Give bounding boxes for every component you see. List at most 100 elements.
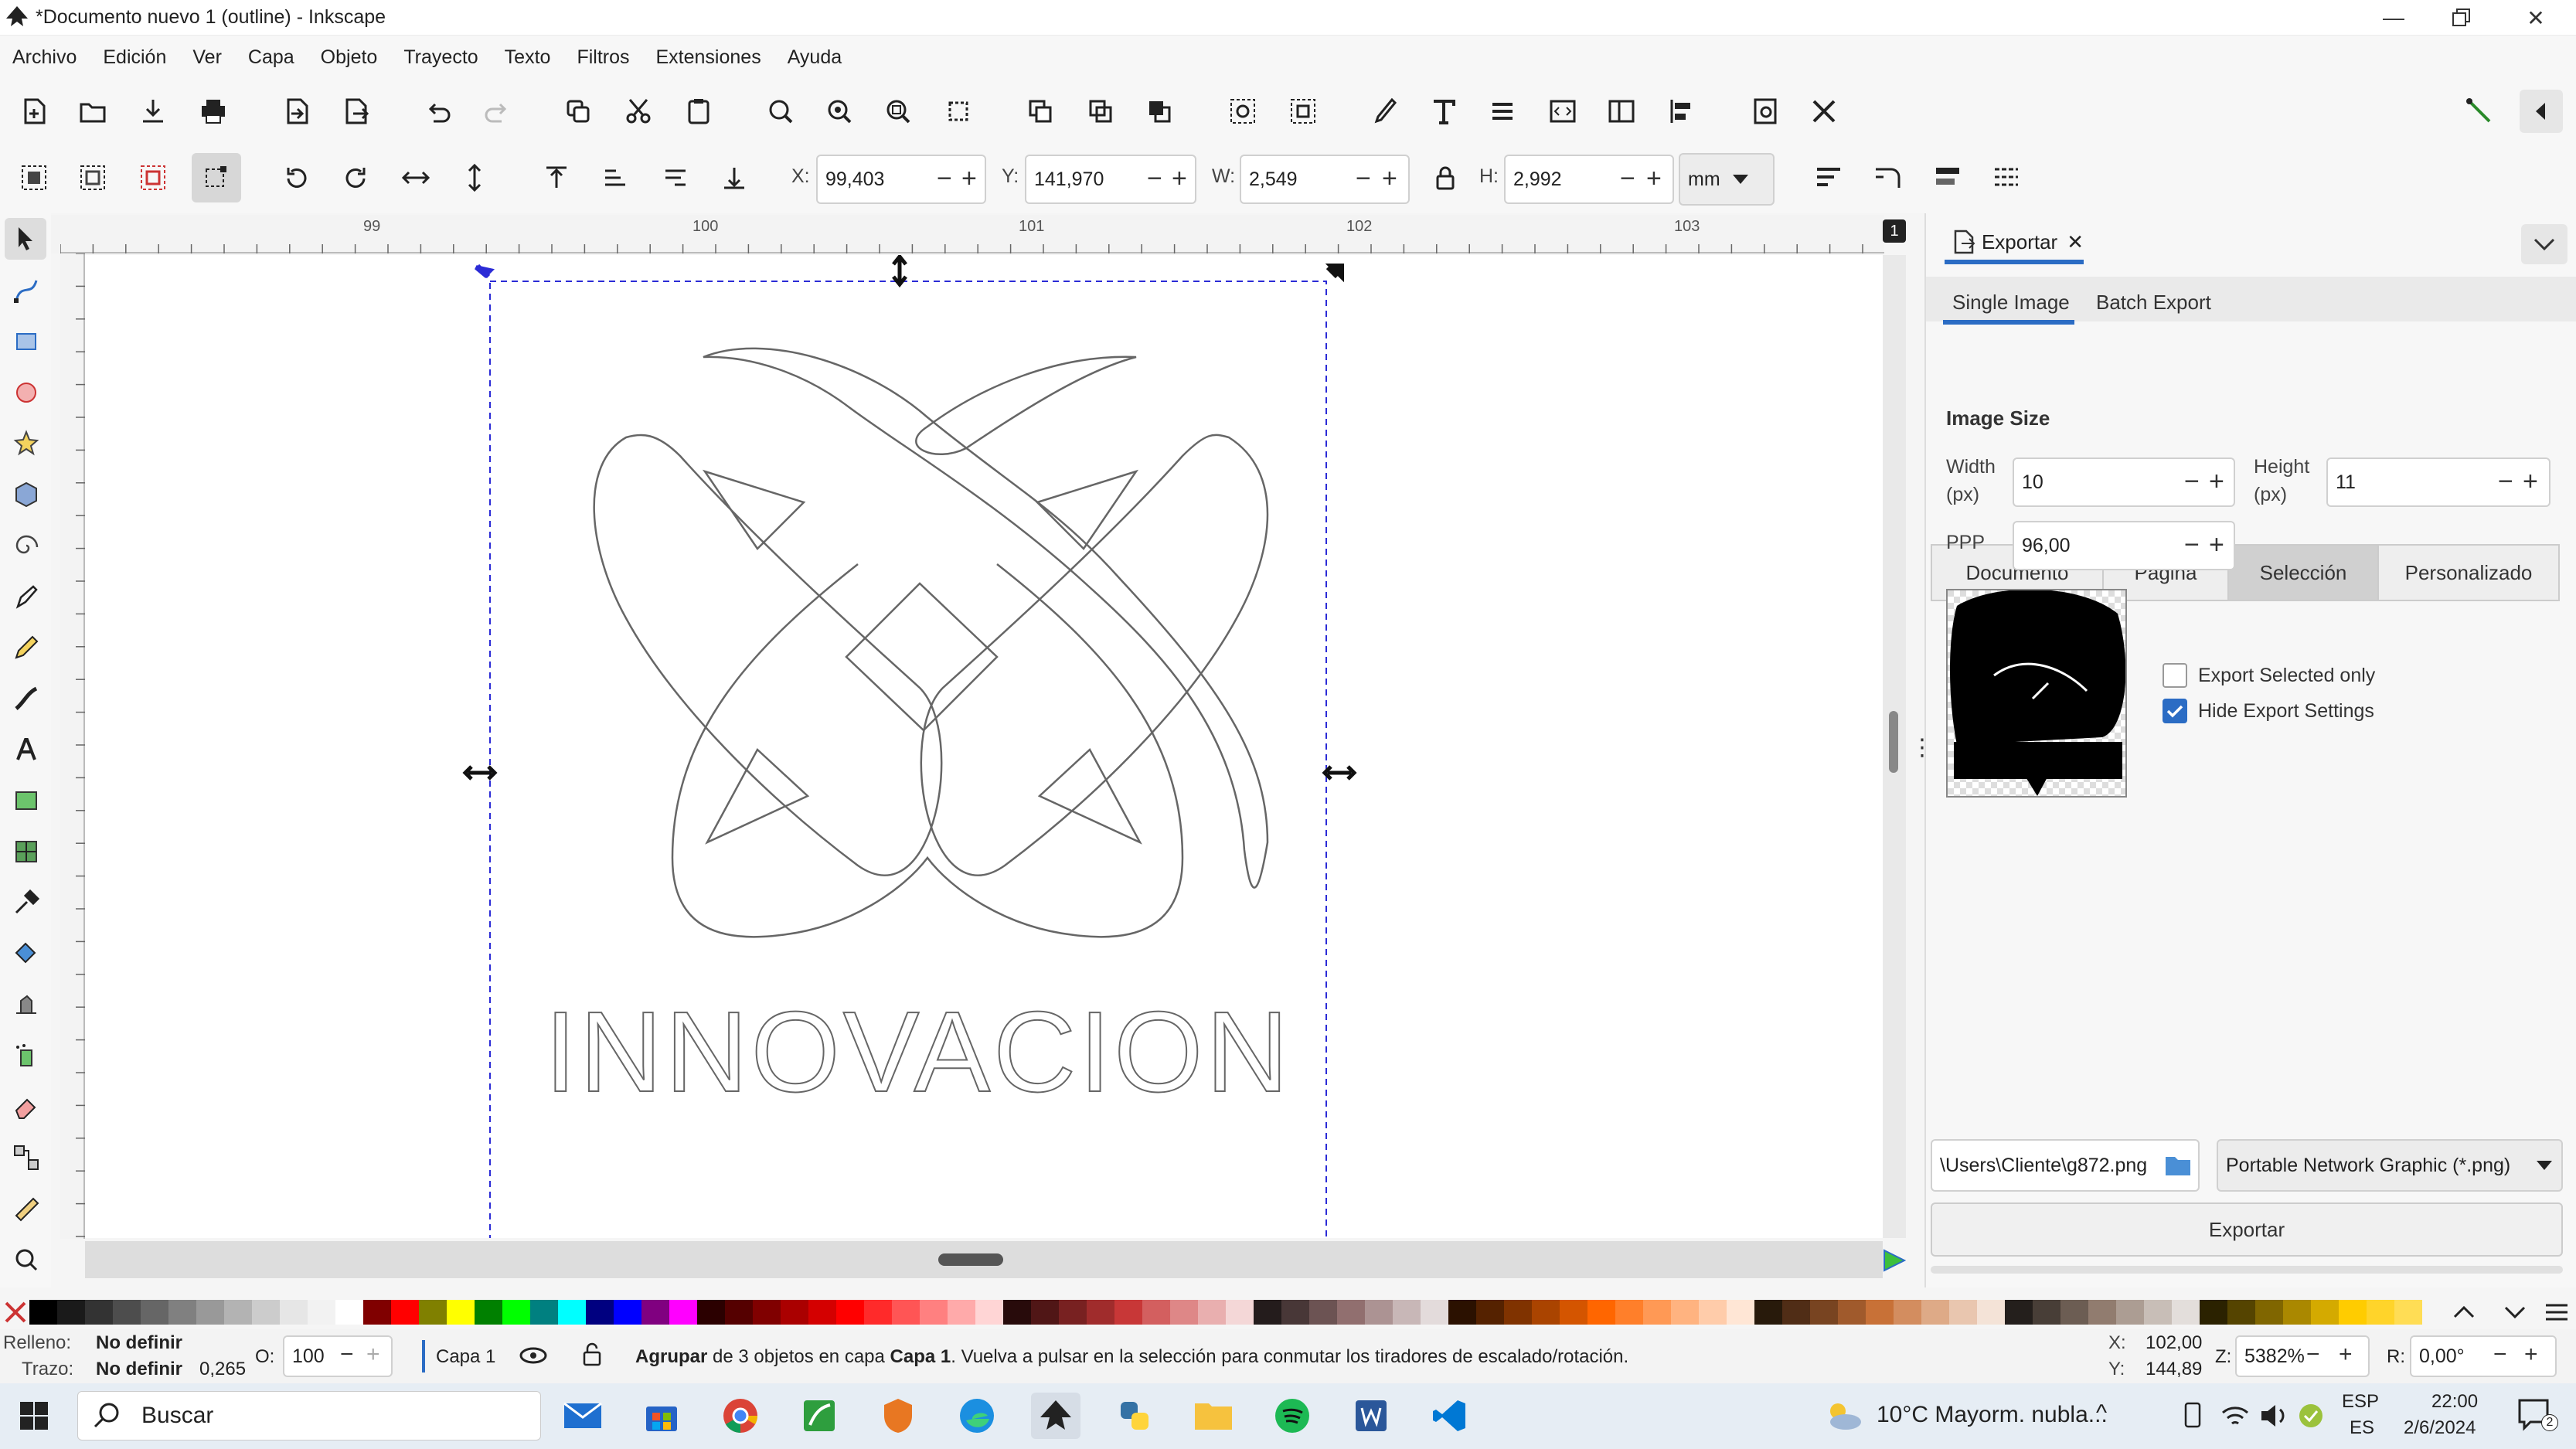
- palette-swatch[interactable]: [168, 1300, 196, 1325]
- y-input[interactable]: 141,970: [1025, 155, 1196, 204]
- palette-swatch[interactable]: [2339, 1300, 2367, 1325]
- palette-swatch[interactable]: [1365, 1300, 1393, 1325]
- palette-swatch[interactable]: [2255, 1300, 2283, 1325]
- palette-swatch[interactable]: [252, 1300, 280, 1325]
- height-increment-button[interactable]: +: [2523, 468, 2538, 495]
- lower-button[interactable]: [654, 156, 697, 199]
- lock-ratio-button[interactable]: [1424, 156, 1467, 199]
- palette-swatch[interactable]: [836, 1300, 864, 1325]
- palette-swatch[interactable]: [1560, 1300, 1587, 1325]
- bezier-tool[interactable]: [5, 575, 48, 618]
- palette-swatch[interactable]: [864, 1300, 892, 1325]
- drawing-canvas[interactable]: INNOVACION: [85, 253, 1883, 1240]
- export-button[interactable]: Exportar: [1931, 1202, 2563, 1257]
- weather-text[interactable]: 10°C Mayorm. nubla...: [1877, 1402, 2108, 1428]
- palette-swatch[interactable]: [2060, 1300, 2088, 1325]
- language-primary[interactable]: ESP: [2342, 1391, 2379, 1413]
- palette-swatch[interactable]: [892, 1300, 920, 1325]
- flip-horizontal-button[interactable]: [394, 156, 437, 199]
- current-layer[interactable]: Capa 1: [436, 1346, 495, 1368]
- speaker-icon[interactable]: [2258, 1402, 2289, 1430]
- star-tool[interactable]: [5, 422, 48, 465]
- w-decrement-button[interactable]: −: [1356, 165, 1371, 192]
- select-original-button[interactable]: [1138, 90, 1181, 133]
- palette-swatch[interactable]: [1782, 1300, 1810, 1325]
- logo-outline[interactable]: [593, 347, 1269, 938]
- connector-tool[interactable]: [5, 1136, 48, 1179]
- opacity-decrement-button[interactable]: −: [340, 1343, 354, 1366]
- scale-stroke-toggle[interactable]: [1807, 156, 1850, 199]
- menu-edicion[interactable]: Edición: [103, 46, 166, 69]
- zoom-selection-button[interactable]: [759, 90, 802, 133]
- python-app[interactable]: [1110, 1393, 1159, 1439]
- spotify-app[interactable]: [1268, 1393, 1317, 1439]
- palette-swatch[interactable]: [1087, 1300, 1114, 1325]
- clock-date[interactable]: 2/6/2024: [2404, 1417, 2476, 1439]
- excel-like-app[interactable]: [795, 1393, 844, 1439]
- palette-swatch[interactable]: [975, 1300, 1003, 1325]
- palette-swatch[interactable]: [2200, 1300, 2227, 1325]
- menu-extensiones[interactable]: Extensiones: [656, 46, 761, 69]
- palette-swatch[interactable]: [1059, 1300, 1087, 1325]
- palette-swatch[interactable]: [1337, 1300, 1365, 1325]
- scale-handle-top-right[interactable]: [1325, 264, 1344, 283]
- palette-swatch[interactable]: [29, 1300, 57, 1325]
- palette-swatch[interactable]: [641, 1300, 669, 1325]
- hide-export-settings-checkbox[interactable]: [2163, 699, 2187, 723]
- clock-time[interactable]: 22:00: [2431, 1391, 2478, 1413]
- device-icon[interactable]: [2181, 1400, 2204, 1431]
- w-increment-button[interactable]: +: [1382, 165, 1397, 192]
- ppp-decrement-button[interactable]: −: [2184, 532, 2200, 558]
- mail-app[interactable]: [558, 1393, 607, 1439]
- palette-swatch[interactable]: [1448, 1300, 1476, 1325]
- zoom-page-button[interactable]: [876, 90, 920, 133]
- vertical-ruler[interactable]: [60, 253, 85, 1239]
- palette-swatch[interactable]: [391, 1300, 419, 1325]
- close-tab-icon[interactable]: ✕: [2067, 230, 2084, 254]
- security-app[interactable]: [873, 1393, 923, 1439]
- select-all-layers-button[interactable]: [71, 156, 114, 199]
- palette-swatch[interactable]: [1504, 1300, 1532, 1325]
- touch-select-toggle[interactable]: [192, 153, 241, 202]
- redo-button[interactable]: [475, 90, 518, 133]
- layer-lock-icon[interactable]: [581, 1340, 604, 1368]
- palette-swatch[interactable]: [1894, 1300, 1921, 1325]
- text-tool[interactable]: [5, 728, 48, 771]
- palette-swatch[interactable]: [2005, 1300, 2033, 1325]
- start-button[interactable]: [9, 1393, 59, 1439]
- palette-swatch[interactable]: [1309, 1300, 1337, 1325]
- scale-handle-right[interactable]: [1322, 765, 1357, 781]
- palette-swatch[interactable]: [1031, 1300, 1059, 1325]
- export-width-input[interactable]: 10: [2013, 457, 2235, 507]
- y-increment-button[interactable]: +: [1172, 165, 1187, 192]
- palette-swatch[interactable]: [697, 1300, 725, 1325]
- palette-swatch[interactable]: [1532, 1300, 1560, 1325]
- language-secondary[interactable]: ES: [2350, 1417, 2374, 1439]
- spray-tool[interactable]: [5, 1034, 48, 1077]
- export-button-toolbar[interactable]: [334, 90, 377, 133]
- menu-filtros[interactable]: Filtros: [577, 46, 629, 69]
- calligraphy-tool[interactable]: [5, 677, 48, 720]
- rotate-handle-top-left[interactable]: [475, 264, 495, 279]
- paint-bucket-tool[interactable]: [5, 932, 48, 975]
- rotate-ccw-button[interactable]: [275, 156, 318, 199]
- ungroup-button[interactable]: [1281, 90, 1325, 133]
- palette-swatch[interactable]: [753, 1300, 781, 1325]
- palette-swatch[interactable]: [1170, 1300, 1198, 1325]
- wifi-icon[interactable]: [2220, 1402, 2251, 1430]
- rotation-increment-button[interactable]: +: [2524, 1343, 2538, 1366]
- align-distribute-button[interactable]: [1660, 90, 1703, 133]
- palette-swatch[interactable]: [1587, 1300, 1615, 1325]
- palette-menu-button[interactable]: [2543, 1298, 2571, 1330]
- pencil-tool[interactable]: [5, 626, 48, 669]
- zoom-decrement-button[interactable]: −: [2306, 1343, 2320, 1366]
- stroke-width-value[interactable]: 0,265: [199, 1359, 246, 1380]
- weather-cloud-icon[interactable]: [1824, 1400, 1864, 1431]
- palette-swatch[interactable]: [1754, 1300, 1782, 1325]
- palette-swatch[interactable]: [808, 1300, 836, 1325]
- horizontal-scroll-thumb[interactable]: [938, 1253, 1003, 1266]
- palette-swatch[interactable]: [1949, 1300, 1977, 1325]
- stroke-value[interactable]: No definir: [96, 1359, 182, 1380]
- menu-trayecto[interactable]: Trayecto: [403, 46, 478, 69]
- palette-swatch[interactable]: [1615, 1300, 1643, 1325]
